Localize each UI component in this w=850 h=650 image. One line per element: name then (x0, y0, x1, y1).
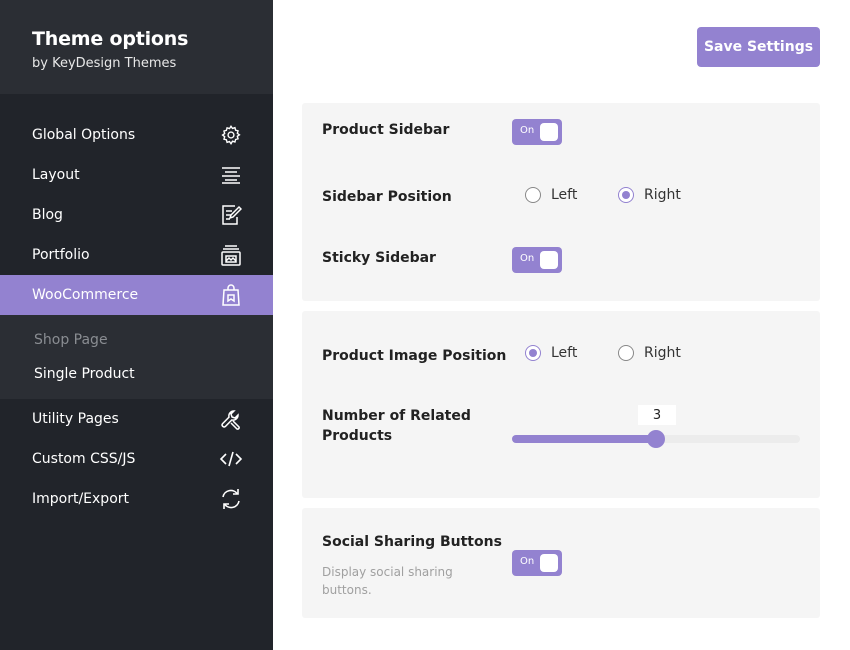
toggle-state-text: On (520, 125, 535, 136)
social-sharing-panel: Social Sharing Buttons Display social sh… (302, 508, 820, 618)
social-sharing-toggle[interactable]: On (512, 550, 562, 576)
related-products-label-line1: Number of Related (322, 408, 471, 424)
radio-label: Right (644, 187, 681, 203)
image-stack-icon (219, 243, 243, 267)
radio-label: Right (644, 345, 681, 361)
image-position-right-radio[interactable]: Right (618, 345, 681, 361)
related-products-slider[interactable] (512, 430, 800, 448)
social-sharing-description: Display social sharing buttons. (322, 563, 472, 599)
sticky-sidebar-label: Sticky Sidebar (322, 250, 436, 266)
gear-icon (219, 123, 243, 147)
align-lines-icon (219, 163, 243, 187)
radio-circle (618, 187, 634, 203)
sidebar-item-global-options[interactable]: Global Options (0, 115, 273, 155)
radio-circle (525, 187, 541, 203)
sidebar-item-label: Blog (32, 207, 63, 223)
slider-thumb[interactable] (647, 430, 665, 448)
woocommerce-subnav: Shop Page Single Product (0, 315, 273, 399)
radio-label: Left (551, 345, 578, 361)
social-sharing-label: Social Sharing Buttons (322, 534, 502, 550)
toggle-knob (540, 554, 558, 572)
related-products-label: Number of Related Products (322, 406, 471, 446)
toggle-state-text: On (520, 556, 535, 567)
sidebar-position-label: Sidebar Position (322, 189, 452, 205)
sidebar-nav: Global Options Layout Blog Portfolio Woo… (0, 115, 273, 519)
save-settings-button[interactable]: Save Settings (697, 27, 820, 67)
sidebar-position-right-radio[interactable]: Right (618, 187, 681, 203)
sidebar-item-label: Portfolio (32, 247, 90, 263)
app-title: Theme options (32, 28, 189, 50)
sidebar-item-label: Custom CSS/JS (32, 451, 136, 467)
sidebar-item-label: Layout (32, 167, 80, 183)
sidebar-settings-panel: Product Sidebar On Sidebar Position Left… (302, 103, 820, 301)
sidebar-item-woocommerce[interactable]: WooCommerce (0, 275, 273, 315)
sticky-sidebar-toggle[interactable]: On (512, 247, 562, 273)
sync-icon (219, 487, 243, 511)
related-products-label-line2: Products (322, 428, 393, 444)
product-image-settings-panel: Product Image Position Left Right Number… (302, 311, 820, 498)
sidebar-item-label: Global Options (32, 127, 136, 143)
app-subtitle: by KeyDesign Themes (32, 56, 177, 71)
sidebar-item-import-export[interactable]: Import/Export (0, 479, 273, 519)
toggle-knob (540, 251, 558, 269)
product-sidebar-toggle[interactable]: On (512, 119, 562, 145)
sidebar-item-custom-css-js[interactable]: Custom CSS/JS (0, 439, 273, 479)
radio-circle (618, 345, 634, 361)
radio-label: Left (551, 187, 578, 203)
slider-fill (512, 435, 656, 443)
sidebar-item-layout[interactable]: Layout (0, 155, 273, 195)
image-position-left-radio[interactable]: Left (525, 345, 577, 361)
sidebar-item-utility-pages[interactable]: Utility Pages (0, 399, 273, 439)
sidebar-item-label: WooCommerce (32, 287, 139, 303)
shopping-bag-icon (219, 283, 243, 307)
product-sidebar-label: Product Sidebar (322, 122, 450, 138)
sidebar: Theme options by KeyDesign Themes Global… (0, 0, 273, 650)
toggle-state-text: On (520, 253, 535, 264)
sidebar-item-label: Import/Export (32, 491, 130, 507)
radio-circle (525, 345, 541, 361)
related-products-value: 3 (638, 405, 676, 425)
sidebar-position-left-radio[interactable]: Left (525, 187, 577, 203)
code-icon (219, 447, 243, 471)
sidebar-item-blog[interactable]: Blog (0, 195, 273, 235)
edit-document-icon (219, 203, 243, 227)
sidebar-header: Theme options by KeyDesign Themes (0, 0, 273, 94)
toggle-knob (540, 123, 558, 141)
social-sharing-desc-line1: Display social sharing (322, 565, 453, 579)
wrench-icon (219, 407, 243, 431)
product-image-position-label: Product Image Position (322, 348, 507, 364)
subnav-item-shop-page[interactable]: Shop Page (0, 323, 273, 357)
subnav-item-single-product[interactable]: Single Product (0, 357, 273, 391)
social-sharing-desc-line2: buttons. (322, 583, 372, 597)
sidebar-item-label: Utility Pages (32, 411, 119, 427)
sidebar-item-portfolio[interactable]: Portfolio (0, 235, 273, 275)
